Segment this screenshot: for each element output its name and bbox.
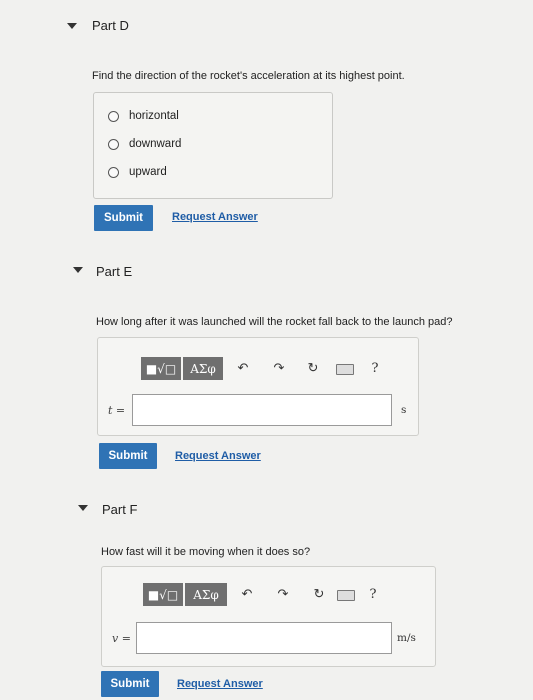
part-d-question: Find the direction of the rocket's accel… [92,70,405,82]
part-d-submit-button[interactable]: Submit [94,205,153,231]
keyboard-icon[interactable] [337,590,355,601]
collapse-caret-icon[interactable] [67,23,77,29]
unit-label: m/s [397,632,416,644]
undo-icon[interactable]: ↶ [235,359,251,377]
undo-icon[interactable]: ↶ [239,585,255,603]
part-e-question: How long after it was launched will the … [96,316,453,328]
option-upward[interactable]: upward [108,166,167,178]
part-f-title: Part F [102,502,138,517]
part-d-title: Part D [92,18,129,33]
part-e-request-answer-link[interactable]: Request Answer [175,450,261,462]
option-downward[interactable]: downward [108,138,181,150]
radio-button[interactable] [108,110,119,122]
part-e-title: Part E [96,264,133,279]
variable-label: t = [108,404,126,417]
option-label: upward [129,166,167,178]
reset-icon[interactable]: ↻ [311,585,327,603]
greek-symbols-button[interactable]: ΑΣφ [183,357,223,380]
option-label: horizontal [129,110,179,122]
radio-button[interactable] [108,138,119,150]
redo-icon[interactable]: ↷ [271,359,287,377]
option-label: downward [129,138,182,150]
help-icon[interactable]: ? [368,359,382,377]
option-horizontal[interactable]: horizontal [108,110,179,122]
math-templates-button[interactable]: ■√□ [143,583,183,606]
help-icon[interactable]: ? [366,585,380,603]
answer-input[interactable] [136,622,392,654]
answer-entry-box: ■√□ ΑΣφ ↶ ↷ ↻ ? t = s [97,337,419,436]
part-f-question: How fast will it be moving when it does … [101,546,311,558]
reset-icon[interactable]: ↻ [305,359,321,377]
variable-label: v = [112,632,131,645]
unit-label: s [401,404,407,416]
answer-entry-box: ■√□ ΑΣφ ↶ ↷ ↻ ? v = m/s [101,566,436,667]
math-templates-button[interactable]: ■√□ [141,357,181,380]
keyboard-icon[interactable] [336,364,354,375]
collapse-caret-icon[interactable] [78,505,88,511]
collapse-caret-icon[interactable] [73,267,83,273]
part-e-submit-button[interactable]: Submit [99,443,157,469]
answer-input[interactable] [132,394,392,426]
part-f-request-answer-link[interactable]: Request Answer [177,678,263,690]
redo-icon[interactable]: ↷ [275,585,291,603]
part-f-submit-button[interactable]: Submit [101,671,159,697]
part-d-request-answer-link[interactable]: Request Answer [172,211,258,223]
answer-options-box: horizontal downward upward [93,92,333,199]
greek-symbols-button[interactable]: ΑΣφ [185,583,227,606]
radio-button[interactable] [108,166,119,178]
